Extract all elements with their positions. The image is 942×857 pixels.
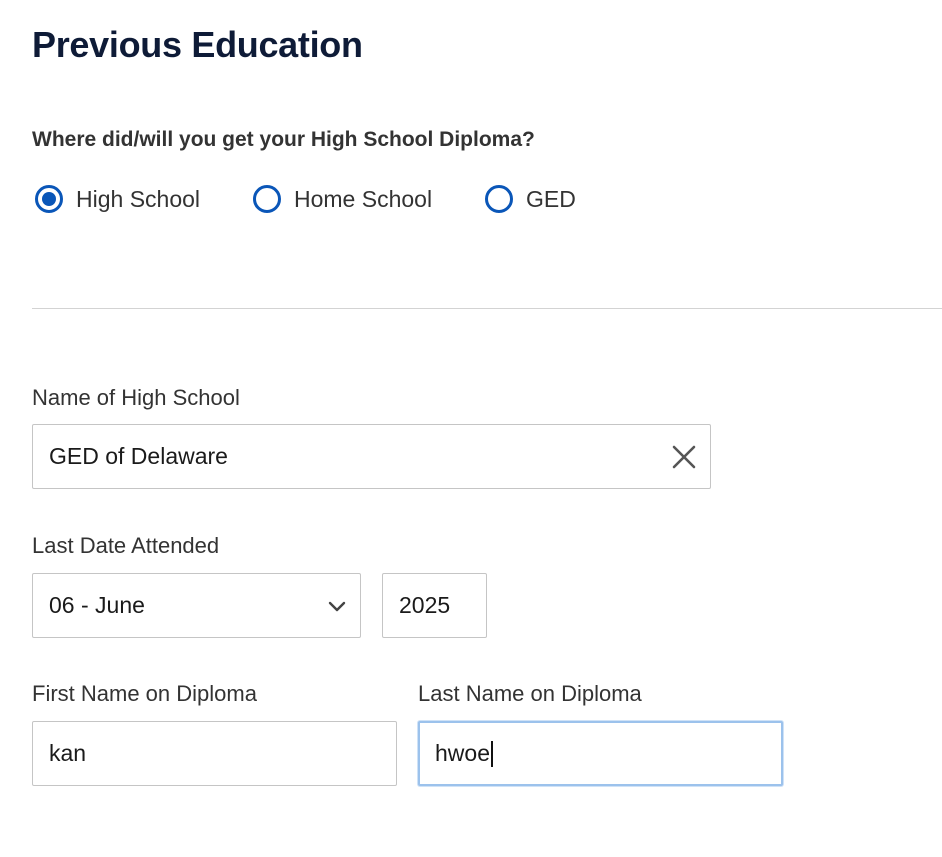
month-select[interactable]: 06 - June — [32, 573, 361, 638]
last-name-label: Last Name on Diploma — [418, 681, 642, 706]
previous-education-page: Previous Education Where did/will you ge… — [0, 0, 942, 857]
radio-home-school-label[interactable]: Home School — [294, 186, 432, 213]
text-cursor — [490, 740, 493, 767]
last-name-input[interactable]: hwoe — [418, 721, 783, 786]
first-name-value: kan — [49, 740, 87, 766]
high-school-name-input[interactable]: GED of Delaware — [32, 424, 711, 489]
radio-ged-label[interactable]: GED — [526, 186, 576, 213]
radio-ged-circle[interactable] — [485, 185, 513, 213]
first-name-label: First Name on Diploma — [32, 681, 257, 706]
year-input[interactable]: 2025 — [382, 573, 487, 638]
first-name-input[interactable]: kan — [32, 721, 397, 786]
radio-home-school[interactable]: Home School — [253, 180, 432, 218]
page-title: Previous Education — [32, 24, 363, 65]
month-select-value: 06 - June — [49, 592, 145, 618]
radio-home-school-circle[interactable] — [253, 185, 281, 213]
diploma-question: Where did/will you get your High School … — [32, 128, 535, 151]
radio-high-school[interactable]: High School — [35, 180, 200, 218]
last-date-attended-label: Last Date Attended — [32, 533, 220, 558]
high-school-name-label: Name of High School — [32, 385, 240, 410]
radio-selected-dot — [42, 192, 56, 206]
year-value: 2025 — [399, 592, 451, 618]
radio-ged[interactable]: GED — [485, 180, 576, 218]
section-divider — [32, 308, 942, 309]
close-icon[interactable] — [670, 443, 698, 471]
high-school-name-value: GED of Delaware — [49, 443, 228, 469]
radio-high-school-label[interactable]: High School — [76, 186, 200, 213]
chevron-down-icon — [328, 601, 346, 611]
radio-high-school-circle[interactable] — [35, 185, 63, 213]
last-name-value: hwoe — [435, 740, 490, 766]
